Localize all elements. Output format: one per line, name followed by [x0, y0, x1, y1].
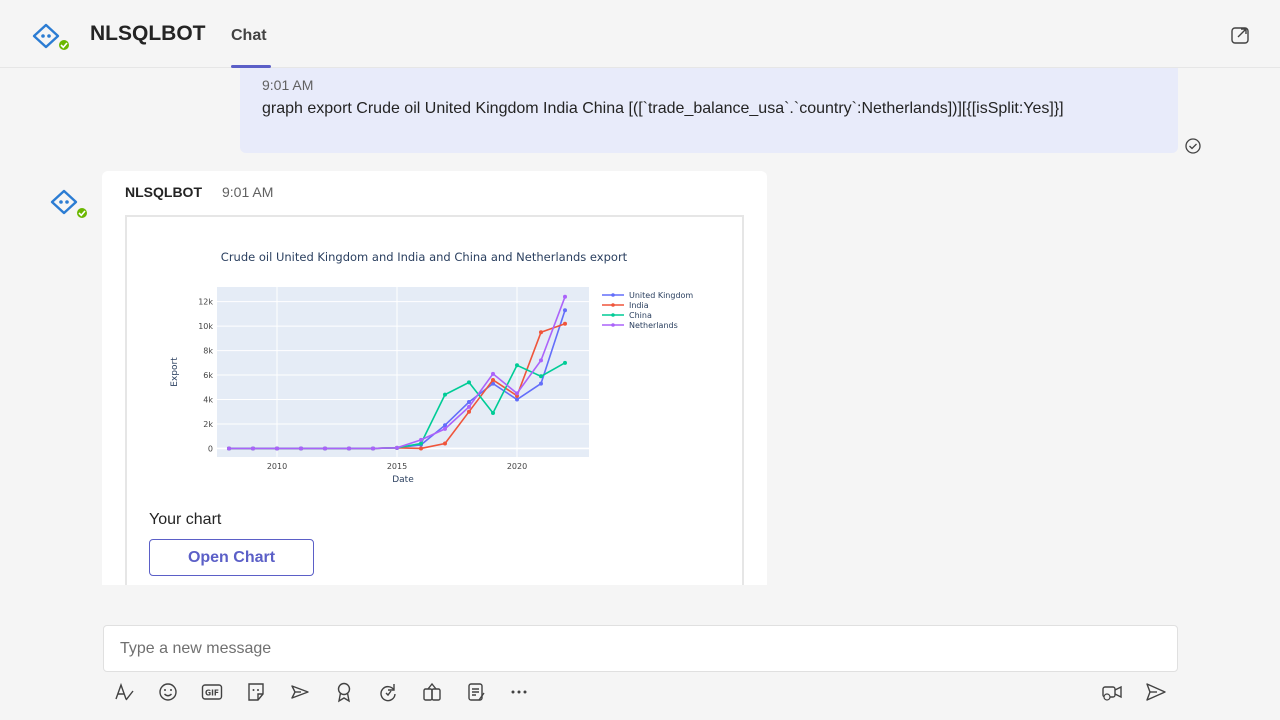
y-tick-label: 2k [203, 420, 213, 429]
data-point [467, 399, 471, 404]
data-point [539, 374, 543, 379]
line-chart: 2010 2015 2020 0 2k 4k 6k 8k 10k 12k Crude oil Uni… [170, 250, 693, 485]
notes-icon[interactable] [464, 680, 488, 704]
data-point [563, 308, 567, 313]
data-point [491, 371, 495, 376]
data-point [251, 446, 255, 451]
data-point [539, 330, 543, 335]
data-point [443, 441, 447, 446]
data-point [347, 446, 351, 451]
tab-chat[interactable]: Chat [231, 27, 267, 45]
data-point [443, 426, 447, 431]
legend-label: Netherlands [629, 321, 678, 330]
format-icon[interactable] [112, 680, 136, 704]
data-point [563, 321, 567, 326]
x-tick-label: 2010 [267, 462, 287, 471]
chart-card: 2010 2015 2020 0 2k 4k 6k 8k 10k 12k Crude oil Uni… [125, 215, 744, 585]
data-point [467, 409, 471, 414]
loop-icon[interactable] [376, 680, 400, 704]
data-point [491, 377, 495, 382]
data-point [419, 441, 423, 446]
bot-message-time: 9:01 AM [222, 184, 274, 200]
data-point [419, 437, 423, 442]
data-point [419, 446, 423, 451]
y-tick-label: 12k [198, 298, 213, 307]
praise-icon[interactable] [332, 680, 356, 704]
legend-marker [611, 293, 615, 297]
y-tick-label: 8k [203, 347, 213, 356]
gif-icon[interactable]: GIF [200, 680, 224, 704]
svg-text:GIF: GIF [205, 689, 219, 698]
send-icon[interactable] [1144, 680, 1168, 704]
data-point [395, 445, 399, 450]
data-point [467, 380, 471, 385]
data-point [299, 446, 303, 451]
more-icon[interactable] [507, 680, 531, 704]
legend-marker [611, 313, 615, 317]
data-point [515, 363, 519, 368]
emoji-icon[interactable] [156, 680, 180, 704]
y-tick-label: 0 [208, 444, 213, 453]
sticker-icon[interactable] [244, 680, 268, 704]
data-point [539, 381, 543, 386]
meet-now-icon[interactable] [1100, 680, 1124, 704]
message-input[interactable] [104, 626, 1177, 671]
legend-marker [611, 303, 615, 307]
legend-label: China [629, 311, 652, 320]
data-point [563, 360, 567, 365]
bot-name-title: NLSQLBOT [90, 22, 206, 45]
legend-marker [611, 323, 615, 327]
bot-message-sender: NLSQLBOT [125, 184, 202, 200]
legend-label: India [629, 301, 649, 310]
data-point [539, 358, 543, 363]
bot-message[interactable]: NLSQLBOT 9:01 AM 2010 2015 2020 0 2k 4k 6k 8k 10… [102, 171, 767, 585]
x-tick-label: 2020 [507, 462, 527, 471]
bot-avatar-icon[interactable] [48, 186, 88, 222]
sent-message[interactable]: 9:01 AM graph export Crude oil United Ki… [240, 68, 1178, 153]
y-tick-label: 4k [203, 396, 213, 405]
chart-container: 2010 2015 2020 0 2k 4k 6k 8k 10k 12k Crude oil Uni… [147, 231, 727, 491]
data-point [491, 410, 495, 415]
y-axis-label: Export [170, 357, 180, 387]
y-tick-label: 6k [203, 371, 213, 380]
sent-message-text: graph export Crude oil United Kingdom In… [262, 100, 1064, 117]
sent-message-time: 9:01 AM [262, 77, 314, 93]
header: NLSQLBOT Chat [0, 0, 1280, 68]
y-tick-label: 10k [198, 322, 213, 331]
x-tick-label: 2015 [387, 462, 407, 471]
bot-logo-icon [32, 23, 70, 52]
legend-label: United Kingdom [629, 291, 693, 300]
data-point [443, 392, 447, 397]
read-receipt-icon [1185, 138, 1201, 154]
x-axis-label: Date [392, 475, 414, 485]
data-point [371, 446, 375, 451]
data-point [275, 446, 279, 451]
card-caption: Your chart [149, 511, 222, 528]
data-point [563, 294, 567, 299]
schedule-meeting-icon[interactable] [288, 680, 312, 704]
data-point [515, 391, 519, 396]
chart-title: Crude oil United Kingdom and India and C… [221, 250, 628, 264]
popout-icon[interactable] [1230, 24, 1252, 46]
open-chart-button[interactable]: Open Chart [149, 539, 314, 576]
data-point [323, 446, 327, 451]
compose-box[interactable] [103, 625, 1178, 672]
apps-icon[interactable] [420, 680, 444, 704]
data-point [467, 404, 471, 409]
data-point [227, 446, 231, 451]
data-point [515, 397, 519, 402]
